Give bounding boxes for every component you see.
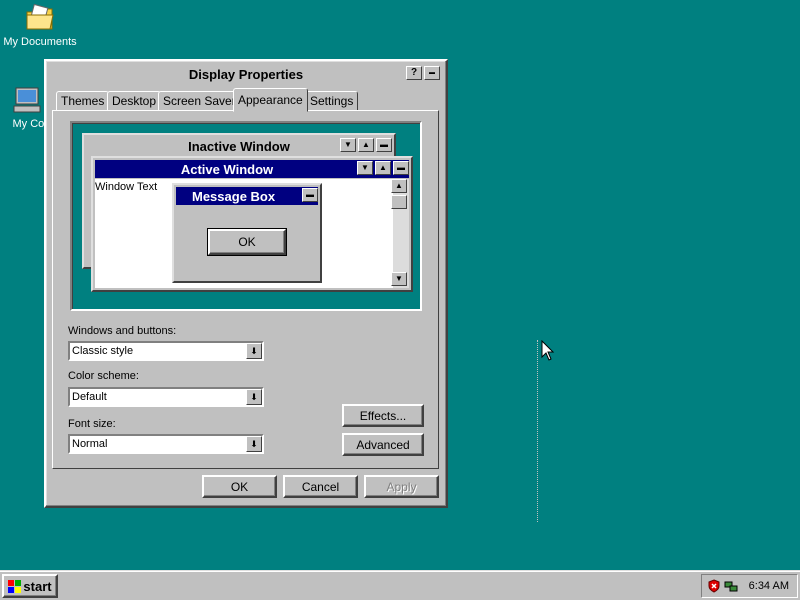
chevron-down-icon[interactable]: ⬇ — [246, 436, 262, 452]
chevron-up-icon: ▲ — [358, 138, 374, 152]
preview-inactive-title: Inactive Window — [188, 138, 290, 154]
chevron-up-icon: ▲ — [375, 161, 391, 175]
preview-ok-button: OK — [207, 228, 287, 256]
tab-label: Themes — [61, 94, 105, 108]
preview-message-box-title: Message Box — [192, 188, 276, 204]
start-button[interactable]: start — [2, 574, 58, 598]
tab-label: Settings — [310, 94, 354, 108]
cancel-button[interactable]: Cancel — [283, 475, 358, 498]
windows-buttons-label: Windows and buttons: — [68, 325, 177, 337]
minimize-icon: ▬ — [393, 161, 409, 175]
security-shield-icon[interactable] — [707, 579, 721, 593]
scroll-down-icon: ▼ — [391, 272, 407, 286]
font-size-label: Font size: — [68, 418, 116, 430]
advanced-button[interactable]: Advanced — [342, 433, 424, 456]
minimize-button[interactable]: ▬ — [424, 66, 440, 80]
system-tray: 6:34 AM — [701, 574, 798, 598]
chevron-down-icon: ▼ — [340, 138, 356, 152]
preview-inactive-title-bar: Inactive Window ▼ ▲ ▬ — [86, 137, 392, 155]
tab-screen-saver[interactable]: Screen Saver — [158, 91, 241, 111]
color-scheme-select[interactable]: Default ⬇ — [68, 387, 264, 407]
preview-active-title-bar: Active Window ▼ ▲ ▬ — [95, 160, 409, 178]
my-computer-icon — [10, 84, 42, 116]
minimize-icon: ▬ — [302, 188, 318, 202]
tab-label: Screen Saver — [163, 94, 236, 108]
preview-scrollbar: ▲ ▼ — [391, 179, 409, 288]
apply-button[interactable]: Apply — [364, 475, 439, 498]
effects-label: Effects... — [359, 408, 407, 423]
scroll-thumb — [391, 195, 407, 209]
help-button[interactable]: ? — [406, 66, 422, 80]
font-size-select[interactable]: Normal ⬇ — [68, 434, 264, 454]
effects-button[interactable]: Effects... — [342, 404, 424, 427]
minimize-icon: ▬ — [376, 138, 392, 152]
network-icon[interactable] — [724, 579, 738, 593]
tab-themes[interactable]: Themes — [56, 91, 110, 111]
preview-message-box-title-bar: Message Box ▬ — [176, 187, 318, 205]
preview-active-title: Active Window — [180, 161, 274, 177]
font-size-value: Normal — [72, 438, 108, 450]
apply-label: Apply — [386, 479, 417, 494]
folder-documents-icon — [24, 2, 56, 34]
tab-label: Desktop — [112, 94, 157, 108]
title-bar[interactable]: Display Properties ? ▬ — [50, 64, 442, 84]
appearance-preview: Inactive Window ▼ ▲ ▬ Active Window ▼ ▲ … — [70, 121, 422, 311]
windows-buttons-select[interactable]: Classic style ⬇ — [68, 341, 264, 361]
cancel-label: Cancel — [301, 479, 340, 494]
chevron-down-icon[interactable]: ⬇ — [246, 343, 262, 359]
advanced-label: Advanced — [356, 437, 410, 452]
window-title: Display Properties — [188, 66, 304, 82]
ok-button[interactable]: OK — [202, 475, 277, 498]
chevron-down-icon: ▼ — [357, 161, 373, 175]
scroll-up-icon: ▲ — [391, 179, 407, 193]
ok-label: OK — [230, 479, 249, 494]
color-scheme-label: Color scheme: — [68, 370, 139, 382]
windows-buttons-value: Classic style — [72, 345, 134, 357]
tab-label: Appearance — [238, 93, 303, 107]
drag-outline — [537, 340, 539, 522]
clock[interactable]: 6:34 AM — [749, 580, 789, 592]
windows-logo-icon — [8, 579, 22, 593]
mouse-cursor-icon — [541, 339, 555, 365]
tab-desktop[interactable]: Desktop — [107, 91, 162, 111]
preview-ok-label: OK — [238, 235, 256, 249]
desktop-icon-label: My Documents — [3, 36, 77, 48]
tab-appearance[interactable]: Appearance — [233, 88, 308, 112]
desktop-icon-my-documents[interactable]: My Documents — [0, 2, 80, 48]
taskbar: start 6:34 AM — [0, 570, 800, 600]
color-scheme-value: Default — [72, 391, 107, 403]
chevron-down-icon[interactable]: ⬇ — [246, 389, 262, 405]
start-label: start — [23, 578, 52, 594]
tab-settings[interactable]: Settings — [305, 91, 359, 111]
preview-window-text: Window Text — [95, 181, 158, 193]
preview-message-box: Message Box ▬ OK — [172, 183, 322, 283]
